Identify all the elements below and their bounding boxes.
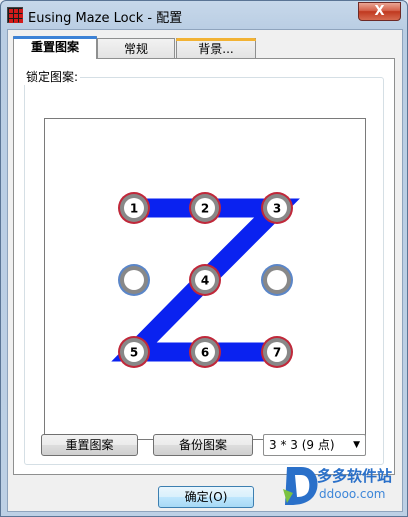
pattern-dot-label: 5 [130,346,138,360]
pattern-dot-label: 2 [201,202,209,216]
button-label: 备份图案 [178,438,227,452]
pattern-dot-9[interactable]: 7 [261,336,293,368]
group-label: 锁定图案: [24,68,81,85]
pattern-dot-2[interactable]: 2 [189,192,221,224]
tab-label: 背景... [198,42,234,56]
chevron-down-icon: ▼ [353,440,360,450]
dialog-client-area: 重置图案 常规 背景... 1 2 3 4 5 6 7 锁定图案: 重置图案 备份图案 3 … [7,29,403,512]
watermark-name: 多多软件站 [317,467,393,485]
grid-size-value: 3 * 3 (9 点) [269,438,335,452]
pattern-dot-6[interactable] [261,264,293,296]
backup-pattern-button[interactable]: 备份图案 [153,434,253,456]
pattern-canvas[interactable]: 1 2 3 4 5 6 7 [44,118,366,440]
button-label: 确定(O) [184,490,228,504]
reset-pattern-button[interactable]: 重置图案 [41,434,138,456]
pattern-dot-label: 1 [130,202,138,216]
maze-lock-app-icon [7,7,23,23]
lock-pattern-group: 1 2 3 4 5 6 7 [24,77,384,465]
ok-button[interactable]: 确定(O) [158,486,254,508]
pattern-dot-label: 6 [201,346,209,360]
close-button[interactable]: X [358,2,401,21]
watermark-url: ddooo.com [319,487,386,501]
tab-label: 重置图案 [30,40,79,54]
tab-reset-pattern[interactable]: 重置图案 [13,36,97,59]
pattern-dot-4[interactable] [118,264,150,296]
config-window: Eusing Maze Lock - 配置 X 重置图案 常规 背景... 1 2… [0,0,408,517]
pattern-dot-label: 4 [201,274,209,288]
close-icon: X [374,4,385,19]
pattern-dot-label: 7 [273,346,281,360]
pattern-dot-7[interactable]: 5 [118,336,150,368]
tab-panel: 1 2 3 4 5 6 7 锁定图案: 重置图案 备份图案 3 * 3 (9 点) ▼ [13,58,395,475]
pattern-dot-8[interactable]: 6 [189,336,221,368]
tab-label: 常规 [123,42,148,56]
title-bar[interactable]: Eusing Maze Lock - 配置 X [1,1,407,29]
pattern-dot-label: 3 [273,202,281,216]
tab-background[interactable]: 背景... [176,38,256,58]
watermark: 多多软件站 ddooo.com [281,463,405,509]
pattern-svg[interactable]: 1 2 3 4 5 6 7 [45,119,365,439]
button-label: 重置图案 [65,438,114,452]
window-title: Eusing Maze Lock - 配置 [28,11,183,26]
pattern-dot-3[interactable]: 3 [261,192,293,224]
watermark-logo-icon [283,467,318,505]
tab-general[interactable]: 常规 [97,38,175,58]
pattern-dot-1[interactable]: 1 [118,192,150,224]
pattern-dot-5[interactable]: 4 [189,264,221,296]
grid-size-select[interactable]: 3 * 3 (9 点) ▼ [263,434,366,456]
